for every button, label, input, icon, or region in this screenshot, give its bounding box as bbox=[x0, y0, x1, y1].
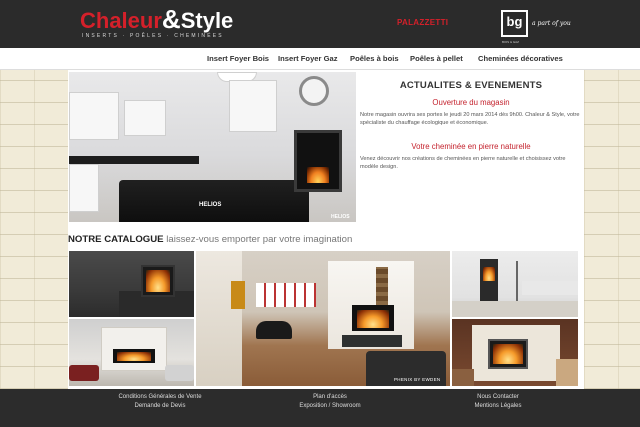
nav-item-insert-gaz[interactable]: Insert Foyer Gaz bbox=[278, 54, 338, 63]
logo-word-style: Style bbox=[180, 8, 234, 33]
site-logo[interactable]: Chaleur&Style INSERTS · POÊLES · CHEMINÉ… bbox=[80, 6, 250, 42]
logo-ampersand: & bbox=[161, 4, 181, 34]
footer-link-showroom[interactable]: Exposition / Showroom bbox=[250, 403, 410, 409]
nav-item-poeles-pellet[interactable]: Poêles à pellet bbox=[410, 54, 463, 63]
kitchen-cabinet bbox=[69, 92, 119, 140]
news-item-heading[interactable]: Votre cheminée en pierre naturelle bbox=[360, 142, 582, 151]
logo-tagline: INSERTS · POÊLES · CHEMINÉES bbox=[82, 33, 224, 39]
wall-clock-icon bbox=[299, 76, 329, 106]
kitchen-cabinet bbox=[69, 164, 99, 212]
group-logo[interactable]: bg bbox=[501, 10, 528, 37]
news-title: ACTUALITES & EVENEMENTS bbox=[399, 80, 543, 91]
logo-wordmark: Chaleur&Style bbox=[80, 6, 233, 34]
logo-word-chaleur: Chaleur bbox=[80, 8, 162, 33]
footer-link-cgv[interactable]: Conditions Générales de Vente bbox=[80, 394, 240, 400]
main-content: HELIOS HELIOS ACTUALITES & EVENEMENTS Ou… bbox=[68, 70, 584, 389]
catalogue-photo-stove[interactable] bbox=[69, 251, 194, 317]
catalogue-heading-strong: NOTRE CATALOGUE bbox=[68, 234, 164, 245]
news-item-heading[interactable]: Ouverture du magasin bbox=[360, 98, 582, 107]
news-item-body: Notre magasin ouvrira ses portes le jeud… bbox=[360, 112, 580, 126]
kitchen-island bbox=[119, 180, 309, 222]
nav-item-cheminees[interactable]: Cheminées décoratives bbox=[478, 54, 563, 63]
main-nav: Insert Foyer Bois Insert Foyer Gaz Poêle… bbox=[0, 48, 640, 70]
catalogue-heading-rest: laissez-vous emporter par votre imaginat… bbox=[163, 234, 353, 245]
catalogue-photo-gas-fireplace[interactable] bbox=[69, 319, 194, 386]
kitchen-cabinet bbox=[124, 100, 166, 136]
site-header: Chaleur&Style INSERTS · POÊLES · CHEMINÉ… bbox=[0, 0, 640, 48]
news-item-body: Venez découvrir nos créations de cheminé… bbox=[360, 156, 566, 170]
footer-link-devis[interactable]: Demande de Devis bbox=[80, 403, 240, 409]
catalogue-photo-wood-insert[interactable] bbox=[452, 319, 578, 386]
kitchen-counter bbox=[69, 156, 199, 164]
stone-wall-left bbox=[0, 70, 68, 389]
catalogue-photo-living-room[interactable]: PHENIX BY EWDEN bbox=[196, 251, 450, 386]
footer-link-mentions[interactable]: Mentions Légales bbox=[418, 403, 578, 409]
news-panel: ACTUALITES & EVENEMENTS Ouverture du mag… bbox=[360, 72, 582, 222]
hero-caption-corner: HELIOS bbox=[331, 214, 350, 220]
nav-item-poeles-bois[interactable]: Poêles à bois bbox=[350, 54, 399, 63]
group-tagline: a part of you bbox=[532, 20, 571, 27]
footer-link-plan-acces[interactable]: Plan d'accès bbox=[250, 394, 410, 400]
nav-item-insert-bois[interactable]: Insert Foyer Bois bbox=[207, 54, 269, 63]
fireplace-insert bbox=[294, 130, 342, 192]
catalogue-photo-pellet-stove[interactable] bbox=[452, 251, 578, 317]
partner-brand-logo[interactable]: PALAZZETTI bbox=[397, 18, 448, 27]
group-logo-subtitle: BOIS & GAZ bbox=[502, 40, 520, 44]
site-footer: Conditions Générales de Vente Demande de… bbox=[0, 389, 640, 427]
catalogue-heading: NOTRE CATALOGUE laissez-vous emporter pa… bbox=[68, 234, 352, 245]
hero-kitchen-image[interactable]: HELIOS HELIOS bbox=[69, 72, 356, 222]
footer-link-contact[interactable]: Nous Contacter bbox=[418, 394, 578, 400]
hero-caption: HELIOS bbox=[199, 202, 222, 208]
kitchen-cabinet bbox=[229, 80, 277, 132]
catalogue-photo-caption: PHENIX BY EWDEN bbox=[394, 377, 441, 382]
stone-wall-right bbox=[584, 70, 640, 389]
